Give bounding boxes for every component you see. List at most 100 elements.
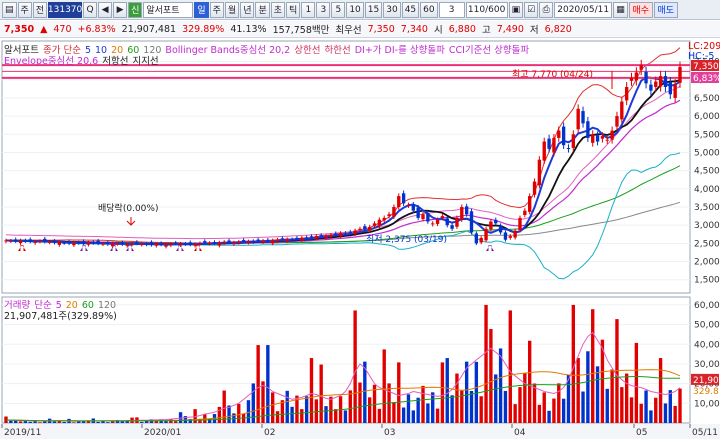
volume-bar: [334, 409, 338, 423]
period-minute-button[interactable]: 분: [255, 1, 270, 18]
candle-body: [77, 242, 81, 244]
candle-body: [552, 137, 556, 153]
candle-body: [144, 243, 149, 245]
volume-bar: [86, 421, 91, 423]
menu-icon[interactable]: ▤: [2, 1, 17, 18]
interval-30[interactable]: 30: [383, 1, 401, 18]
interval-60[interactable]: 60: [420, 1, 438, 18]
interval-45[interactable]: 45: [401, 1, 420, 18]
price-tick-label: 2,000: [694, 258, 720, 268]
ju-dropdown[interactable]: 주: [17, 1, 32, 18]
date-input[interactable]: 2020/05/11: [554, 1, 613, 18]
candle-body: [159, 243, 163, 245]
volume-bar: [343, 410, 348, 423]
candle-body: [503, 232, 508, 240]
candle-body: [188, 242, 192, 245]
low-label: 저: [529, 25, 539, 36]
candle-body: [309, 236, 314, 238]
candle-body: [431, 223, 435, 225]
period-tick-button[interactable]: 틱: [286, 1, 301, 18]
interval-3[interactable]: 3: [316, 1, 331, 18]
volume-bar: [494, 374, 498, 423]
price-badge-label: 7,350: [693, 62, 719, 72]
candle-body: [372, 223, 377, 226]
volume-bar: [397, 362, 401, 423]
period-second-button[interactable]: 초: [270, 1, 286, 18]
volume-bar: [513, 404, 517, 423]
volume-bar: [285, 390, 289, 423]
candle-body: [532, 181, 537, 195]
sell-button[interactable]: 매도: [653, 1, 678, 18]
search-icon[interactable]: Q: [83, 1, 98, 18]
candle-body: [261, 240, 265, 243]
volume-bar: [576, 358, 580, 423]
stock-code-input[interactable]: 131370: [48, 1, 82, 18]
candle-body: [411, 204, 415, 211]
open-label: 시: [433, 25, 443, 36]
quote-bar: 7,350 ▲ 470 +6.83% 21,907,481 329.89% 41…: [0, 21, 720, 38]
candle-body: [634, 72, 639, 81]
buy-button[interactable]: 매수: [628, 1, 653, 18]
volume-bar: [38, 422, 42, 423]
volume-bar: [329, 396, 333, 423]
interval-10[interactable]: 10: [346, 1, 364, 18]
bid-price: 7,340: [400, 23, 428, 35]
interval-select[interactable]: 3: [438, 1, 465, 18]
save-icon[interactable]: ▣: [508, 1, 524, 18]
candle-body: [33, 241, 37, 243]
candle-body: [304, 237, 309, 239]
calendar-icon[interactable]: ▦: [613, 1, 628, 18]
candle-body: [149, 242, 154, 245]
volume-bar: [106, 422, 110, 423]
candle-body: [285, 239, 289, 241]
interval-15[interactable]: 15: [364, 1, 383, 18]
candle-body: [183, 243, 188, 245]
candle-body: [290, 239, 294, 241]
candle-body: [440, 216, 445, 219]
period-day-button[interactable]: 일: [194, 1, 209, 18]
period-year-button[interactable]: 년: [240, 1, 255, 18]
candle-body: [367, 227, 372, 231]
best-ask-label: 최우선: [335, 25, 362, 36]
jeon-button[interactable]: 전: [32, 1, 48, 18]
candle-body: [537, 159, 542, 186]
candle-body: [595, 135, 600, 142]
candle-body: [266, 239, 270, 242]
candle-body: [382, 217, 386, 221]
candle-body: [557, 130, 561, 138]
high-annotation: 최고 7,770 (04/24): [512, 69, 593, 80]
stock-chart[interactable]: 7,5007,0006,5006,0005,5005,0004,5004,000…: [0, 39, 720, 440]
interval-1[interactable]: 1: [301, 1, 316, 18]
next-icon[interactable]: ▶: [113, 1, 128, 18]
prev-icon[interactable]: ◀: [98, 1, 113, 18]
checkbox-icon[interactable]: ☑: [524, 1, 539, 18]
candle-body: [401, 193, 406, 204]
print-icon[interactable]: ⎙: [539, 1, 554, 18]
candle-body: [513, 230, 517, 238]
volume-bar: [561, 398, 566, 423]
volume-bar: [586, 351, 590, 423]
price-tick-label: 1,500: [694, 276, 720, 286]
volume-bar: [581, 391, 585, 423]
volume-bar: [649, 410, 653, 423]
new-badge[interactable]: 신: [128, 1, 143, 18]
period-month-button[interactable]: 월: [224, 1, 240, 18]
candle-body: [615, 116, 619, 127]
candle-body: [115, 243, 120, 245]
volume-bar: [624, 373, 629, 423]
price-change: 470: [53, 23, 72, 35]
volume-bar: [246, 400, 251, 423]
interval-5[interactable]: 5: [331, 1, 346, 18]
volume-bar: [498, 348, 503, 423]
volume-bar: [363, 361, 367, 423]
volume-bar: [639, 403, 643, 423]
candle-body: [334, 233, 338, 235]
period-week-button[interactable]: 주: [209, 1, 224, 18]
volume-bar: [174, 421, 178, 423]
candle-body: [474, 233, 479, 244]
change-rate: +6.83%: [77, 23, 116, 35]
volume-bar: [673, 405, 677, 423]
volume-rate: 329.89%: [182, 23, 225, 35]
candle-body: [23, 240, 28, 242]
volume-bar: [96, 421, 100, 423]
